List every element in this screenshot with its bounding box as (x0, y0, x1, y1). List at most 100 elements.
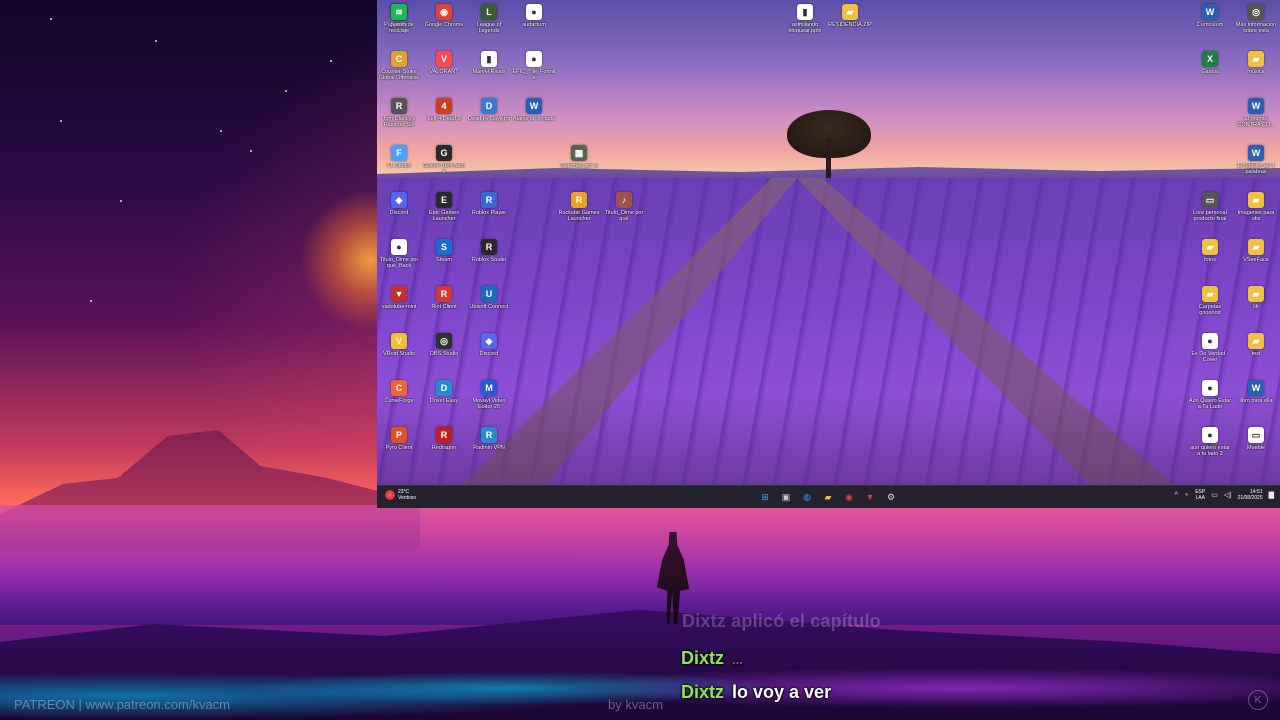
desktop-icon[interactable]: E Epic Games Launcher (422, 192, 466, 222)
settings-icon[interactable]: ⚙ (883, 489, 899, 505)
desktop-icon[interactable]: C CurseForge (377, 380, 421, 404)
desktop-icon-label: Atajos de teclado (512, 116, 556, 122)
app-icon: R (481, 239, 497, 255)
desktop-icon[interactable]: ▭ Lore personal producto final (1188, 192, 1232, 222)
file-explorer-icon[interactable]: ▰ (820, 489, 836, 505)
app-icon: ◎ (436, 333, 452, 349)
desktop-icon[interactable]: ▮ asimilando bloquear.pptx (783, 4, 827, 34)
desktop-icon[interactable]: R Rockstar Games Launcher (557, 192, 601, 222)
desktop-icon[interactable]: ● Titulo_Dime por qué_Back (377, 239, 421, 269)
desktop-icon[interactable]: ▼ vadotube-mini (377, 286, 421, 310)
desktop-icon[interactable]: W El registro de 4 palabras (1234, 145, 1278, 175)
desktop-icon[interactable]: U Ubisoft Connect (467, 286, 511, 310)
desktop-icon[interactable]: ▰ RESIDENCIA.ZIP (828, 4, 872, 28)
desktop-icon[interactable]: R Riot Client (422, 286, 466, 310)
desktop-icon[interactable]: ▮ Marvel Rivals (467, 51, 511, 75)
desktop-icon-label: CurseForge (384, 398, 414, 404)
desktop-icon[interactable]: ▰ lib (1234, 286, 1278, 310)
desktop-icon[interactable]: ◆ Discord (377, 192, 421, 216)
desktop-icon-label: audacium (522, 22, 546, 28)
app-icon: F (391, 145, 407, 161)
desktop-icon[interactable]: ≋ Spotify (377, 4, 421, 28)
start-icon[interactable]: ⊞ (757, 489, 773, 505)
app-icon: ● (526, 4, 542, 20)
desktop-icon-label: VSeeFace (1243, 257, 1269, 263)
desktop-icon-label: Roblox Studio (471, 257, 507, 263)
desktop-icon[interactable]: ▰ Imagenes para obs (1234, 192, 1278, 222)
system-tray: ^ ♆ ESP LAA ▭ ◁) 14:51 21/08/2025 ▇ (1175, 489, 1274, 501)
clock[interactable]: 14:51 21/08/2025 (1238, 489, 1263, 501)
desktop-icon-label: VALORANT (429, 69, 459, 75)
desktop-icon-label: Ubisoft Connect (469, 304, 509, 310)
desktop-icon[interactable]: L League of Legends (467, 4, 511, 34)
desktop-icon[interactable]: ◎ Más información sobre esta imagen (1234, 4, 1278, 34)
edge-icon[interactable]: ◍ (799, 489, 815, 505)
desktop-icon[interactable]: 4 Left 4 Dead 2 (422, 98, 466, 122)
subtitle-text: lo voy a ver (732, 682, 832, 702)
app-icon: W (1248, 98, 1264, 114)
microphone-icon[interactable]: ♆ (1184, 492, 1189, 499)
desktop-icon-label: Discord (479, 351, 499, 357)
desktop-icon[interactable]: ▰ VSeeFace (1234, 239, 1278, 263)
network-icon[interactable]: ▭ (1211, 491, 1218, 499)
language-indicator[interactable]: ESP LAA (1195, 489, 1205, 501)
desktop-icon-label: OBS Studio (429, 351, 459, 357)
desktop-icon[interactable]: R Redragon (422, 427, 466, 451)
desktop-icon[interactable]: R Roblox Player (467, 192, 511, 216)
taskbar: 23°C Ventoso ⊞ ▣ ◍ ▰ ◉ ▼ ⚙ ^ ♆ ESP LAA ▭ ◁) 14… (377, 485, 1280, 508)
desktop-icon[interactable]: P Pyro Client (377, 427, 421, 451)
desktop-icon[interactable]: X Gastos (1188, 51, 1232, 75)
vadotube-icon[interactable]: ▼ (862, 489, 878, 505)
author-watermark: by kvacm (608, 697, 663, 712)
desktop-icon[interactable]: C Counter-Strike Global Offensive (377, 51, 421, 81)
desktop-icon[interactable]: ◉ Google Chrome (422, 4, 466, 28)
desktop-icon[interactable]: ▰ Carpetas goooood (1188, 286, 1232, 316)
desktop-icon[interactable]: ● EPIC_Tile_Fortnite (512, 51, 556, 81)
app-icon: M (481, 380, 497, 396)
notification-icon[interactable]: ▇ (1269, 491, 1274, 499)
desktop-icon[interactable]: D Driver Easy (422, 380, 466, 404)
desktop-icon[interactable]: S Steam (422, 239, 466, 263)
desktop-icon[interactable]: ▰ música (1234, 51, 1278, 75)
desktop-icon[interactable]: ● Aún Quiero Estar a Tu Lado (1188, 380, 1232, 410)
desktop-icon[interactable]: ▰ text (1234, 333, 1278, 357)
chrome-icon[interactable]: ◉ (841, 489, 857, 505)
desktop-icon[interactable]: ♪ Titulo_Dime por qué (602, 192, 646, 222)
desktop-icon[interactable]: W Curriculum (1188, 4, 1232, 28)
app-icon: ▭ (1248, 427, 1264, 443)
desktop-icon[interactable]: M Movavi Video Editor 25 (467, 380, 511, 410)
app-icon: R (436, 286, 452, 302)
desktop-icon[interactable]: Wlibro para ella (1234, 380, 1278, 404)
volume-icon[interactable]: ◁) (1224, 491, 1232, 499)
desktop-icon[interactable]: ◎ OBS Studio (422, 333, 466, 357)
desktop-icon[interactable]: W Atajos de teclado (512, 98, 556, 122)
desktop-icon[interactable]: ▰ fotos (1188, 239, 1232, 263)
app-icon: ▰ (1248, 286, 1264, 302)
desktop-icon-label: Redragon (431, 445, 457, 451)
desktop-icon[interactable]: D Dead by Daylight (467, 98, 511, 122)
desktop-icon[interactable]: V VRoid Studio (377, 333, 421, 357)
desktop-icon[interactable]: R Radmin VPN (467, 427, 511, 451)
desktop-icon-label: Left 4 Dead 2 (427, 116, 461, 122)
desktop-icon[interactable]: ● Es De Verdad - Cover (1188, 333, 1232, 363)
desktop-icon[interactable]: G Grand Theft Auto V (422, 145, 466, 175)
app-icon: ▮ (481, 51, 497, 67)
desktop-icon[interactable]: ▭ Mueble (1234, 427, 1278, 451)
app-icon: ♪ (616, 192, 632, 208)
channel-logo: K (1248, 690, 1268, 710)
desktop-icon-label: Roblox Player (471, 210, 507, 216)
desktop-icon[interactable]: ● audacium (512, 4, 556, 28)
weather-text: Ventoso (398, 495, 417, 501)
desktop-icon[interactable]: R Tom Clancy's Rainbow Six (377, 98, 421, 128)
desktop-icon[interactable]: W El mundo CONTRA CO... (1234, 98, 1278, 128)
desktop-icon[interactable]: F FL Studio (377, 145, 421, 169)
weather-widget[interactable]: 23°C Ventoso (385, 489, 416, 501)
chevron-up-icon[interactable]: ^ (1175, 492, 1178, 499)
task-view-icon[interactable]: ▣ (778, 489, 794, 505)
app-icon: R (391, 98, 407, 114)
desktop-icon[interactable]: ▦ Sistemas por si (557, 145, 601, 169)
desktop-icon[interactable]: R Roblox Studio (467, 239, 511, 263)
desktop-icon[interactable]: ● aun quiero estar a tu lado 2 (1188, 427, 1232, 457)
desktop-icon[interactable]: V VALORANT (422, 51, 466, 75)
desktop-icon[interactable]: ◆ Discord (467, 333, 511, 357)
